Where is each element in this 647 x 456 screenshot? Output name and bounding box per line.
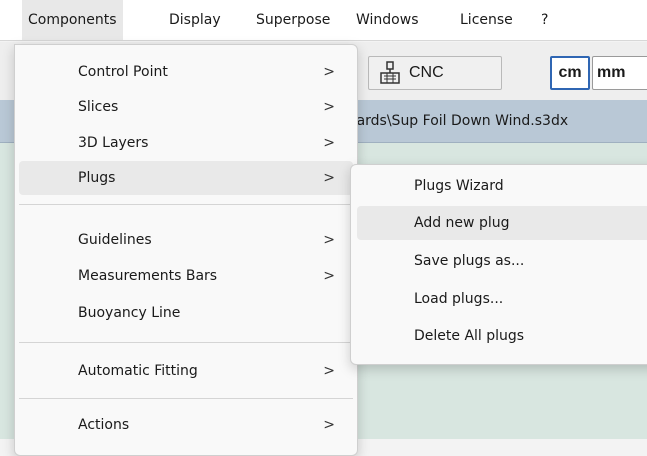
menu-item-control-point[interactable]: Control Point > xyxy=(19,55,353,89)
menu-item-plugs-wizard[interactable]: Plugs Wizard xyxy=(357,169,647,203)
cnc-button[interactable]: CNC xyxy=(368,56,502,90)
menu-item-label: Load plugs... xyxy=(414,291,504,307)
components-menu: Control Point > Slices > 3D Layers > Plu… xyxy=(14,44,358,456)
menu-item-buoyancy-line[interactable]: Buoyancy Line xyxy=(19,296,353,330)
menu-item-label: Buoyancy Line xyxy=(78,305,181,321)
menu-item-delete-all-plugs[interactable]: Delete All plugs xyxy=(357,319,647,353)
menu-item-save-plugs-as[interactable]: Save plugs as... xyxy=(357,244,647,278)
plugs-submenu: Plugs Wizard Add new plug Save plugs as.… xyxy=(350,164,647,365)
menu-superpose[interactable]: Superpose xyxy=(250,0,336,40)
menu-separator xyxy=(19,204,353,205)
chevron-right-icon: > xyxy=(323,417,335,433)
cnc-button-label: CNC xyxy=(409,64,444,81)
document-file-path: oards\Sup Foil Down Wind.s3dx xyxy=(348,113,569,129)
unit-cm-button[interactable]: cm xyxy=(550,56,590,90)
menu-separator xyxy=(19,398,353,399)
menu-item-label: Slices xyxy=(78,99,119,115)
cnc-machine-icon xyxy=(379,61,401,85)
menu-item-measurements-bars[interactable]: Measurements Bars > xyxy=(19,259,353,293)
chevron-right-icon: > xyxy=(323,64,335,80)
menu-item-actions[interactable]: Actions > xyxy=(19,408,353,442)
menu-help[interactable]: ? xyxy=(535,0,554,40)
menu-item-plugs[interactable]: Plugs > xyxy=(19,161,353,195)
chevron-right-icon: > xyxy=(323,135,335,151)
chevron-right-icon: > xyxy=(323,363,335,379)
menu-item-label: Add new plug xyxy=(414,215,510,231)
menu-item-automatic-fitting[interactable]: Automatic Fitting > xyxy=(19,354,353,388)
menu-item-label: Control Point xyxy=(78,64,168,80)
chevron-right-icon: > xyxy=(323,232,335,248)
menu-item-label: Save plugs as... xyxy=(414,253,525,269)
menu-item-slices[interactable]: Slices > xyxy=(19,90,353,124)
menu-item-label: 3D Layers xyxy=(78,135,149,151)
chevron-right-icon: > xyxy=(323,268,335,284)
menu-item-add-new-plug[interactable]: Add new plug xyxy=(357,206,647,240)
unit-mm-button[interactable]: mm xyxy=(592,56,647,90)
menu-item-label: Measurements Bars xyxy=(78,268,218,284)
menu-item-label: Guidelines xyxy=(78,232,152,248)
menu-license[interactable]: License xyxy=(454,0,519,40)
menu-item-label: Delete All plugs xyxy=(414,328,525,344)
menu-item-label: Plugs xyxy=(78,170,116,186)
menu-components[interactable]: Components xyxy=(22,0,123,40)
menu-item-label: Automatic Fitting xyxy=(78,363,198,379)
menu-item-load-plugs[interactable]: Load plugs... xyxy=(357,282,647,316)
menu-item-3d-layers[interactable]: 3D Layers > xyxy=(19,126,353,160)
menu-windows[interactable]: Windows xyxy=(350,0,425,40)
menu-display[interactable]: Display xyxy=(163,0,227,40)
menu-item-label: Plugs Wizard xyxy=(414,178,504,194)
chevron-right-icon: > xyxy=(323,170,335,186)
menu-item-guidelines[interactable]: Guidelines > xyxy=(19,223,353,257)
menu-item-label: Actions xyxy=(78,417,130,433)
chevron-right-icon: > xyxy=(323,99,335,115)
menu-separator xyxy=(19,342,353,343)
menu-bar: Components Display Superpose Windows Lic… xyxy=(0,0,647,41)
